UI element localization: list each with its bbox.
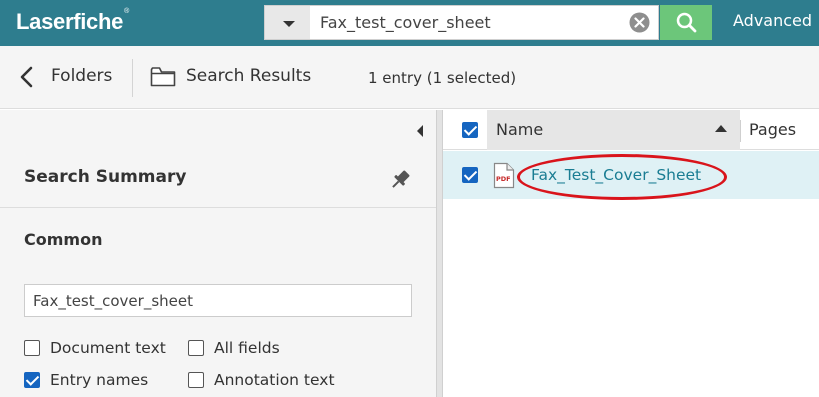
column-divider[interactable] — [740, 120, 741, 142]
results-header: Name Pages — [443, 110, 819, 150]
search-input[interactable] — [310, 5, 659, 40]
chevron-left-icon[interactable] — [19, 66, 33, 88]
advanced-search-link[interactable]: Advanced — [733, 11, 812, 30]
column-header-pages[interactable]: Pages — [749, 120, 796, 139]
search-icon — [676, 12, 697, 33]
option-annotation-text[interactable]: Annotation text — [188, 371, 335, 389]
table-row[interactable]: PDF Fax_Test_Cover_Sheet — [443, 151, 819, 200]
annotation-text-checkbox[interactable] — [188, 372, 204, 388]
entry-name-input[interactable] — [24, 284, 412, 317]
sort-ascending-icon — [715, 125, 727, 132]
option-entry-names[interactable]: Entry names — [24, 371, 148, 389]
clear-search-icon[interactable] — [629, 12, 650, 33]
search-summary-panel: Search Summary Common Document text All … — [0, 110, 436, 397]
search-scope-dropdown[interactable] — [264, 5, 310, 40]
pin-icon[interactable] — [388, 168, 412, 192]
document-text-label: Document text — [50, 339, 166, 357]
row-checkbox[interactable] — [462, 167, 478, 183]
chevron-down-icon — [283, 21, 295, 27]
entry-link[interactable]: Fax_Test_Cover_Sheet — [531, 166, 701, 184]
entry-names-checkbox[interactable] — [24, 372, 40, 388]
summary-divider — [0, 207, 436, 208]
option-document-text[interactable]: Document text — [24, 339, 166, 357]
results-panel: Name Pages PDF Fax_Test_Cover_Sheet — [443, 110, 819, 397]
all-fields-label: All fields — [214, 339, 280, 357]
pdf-file-icon: PDF — [493, 162, 515, 189]
column-header-name[interactable]: Name — [487, 110, 740, 150]
document-text-checkbox[interactable] — [24, 340, 40, 356]
pdf-icon-label: PDF — [496, 175, 511, 183]
annotation-text-label: Annotation text — [214, 371, 335, 389]
breadcrumb: Folders Search Results 1 entry (1 select… — [0, 46, 819, 109]
folder-icon — [150, 67, 176, 87]
breadcrumb-divider — [132, 59, 133, 97]
top-bar: Laserfiche® Advanced — [0, 0, 819, 46]
panel-splitter[interactable] — [436, 110, 443, 397]
search-button[interactable] — [660, 5, 712, 40]
breadcrumb-search-results: Search Results — [186, 66, 312, 86]
name-column-label: Name — [496, 120, 544, 139]
all-fields-checkbox[interactable] — [188, 340, 204, 356]
entry-count: 1 entry (1 selected) — [368, 69, 517, 87]
search-summary-title: Search Summary — [24, 167, 187, 187]
breadcrumb-folders[interactable]: Folders — [51, 66, 112, 86]
collapse-panel-icon[interactable] — [417, 125, 423, 137]
option-all-fields[interactable]: All fields — [188, 339, 280, 357]
select-all-checkbox[interactable] — [462, 122, 478, 138]
entry-names-label: Entry names — [50, 371, 149, 389]
common-section-title: Common — [24, 230, 103, 249]
laserfiche-logo[interactable]: Laserfiche® — [16, 8, 129, 35]
